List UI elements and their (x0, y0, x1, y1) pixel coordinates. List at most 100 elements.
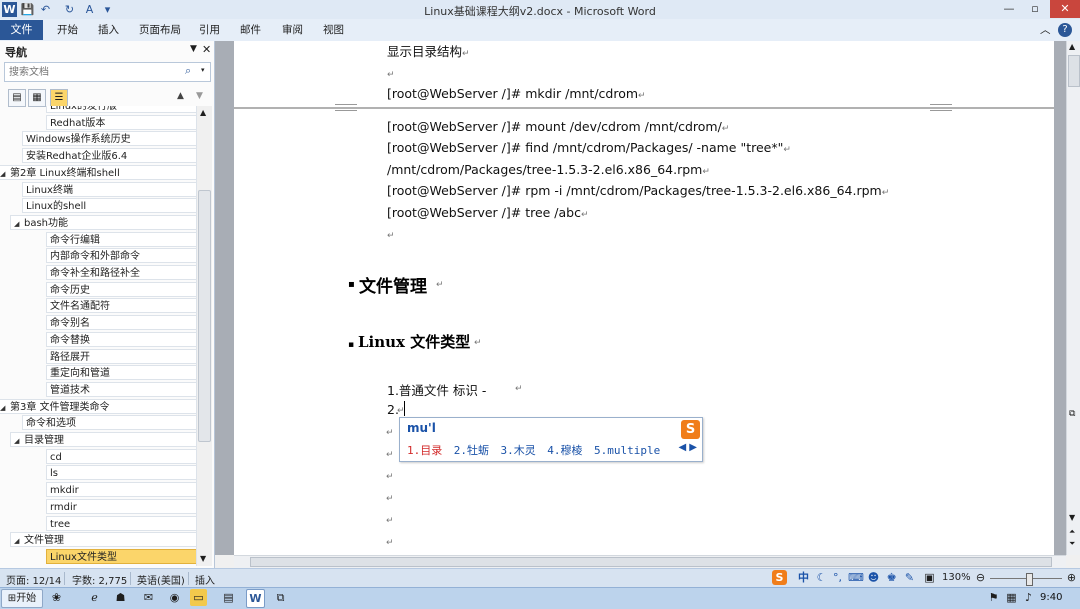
tab-file[interactable]: 文件 (0, 20, 43, 40)
nav-heading-item[interactable]: 命令和选项 (22, 415, 196, 431)
nav-heading-item[interactable]: 命令补全和路径补全 (46, 265, 196, 280)
vertical-scrollbar[interactable]: ▲ ⧉ ▼ ⏶ ⏷ (1066, 41, 1080, 555)
next-heading-icon[interactable]: ▼ (196, 91, 203, 101)
page-count[interactable]: 页面: 12/14 (6, 572, 61, 587)
tab-insert[interactable]: 插入 (98, 22, 119, 39)
previous-page-icon[interactable]: ⏶ (1069, 527, 1075, 537)
skin-icon[interactable]: ♚ (884, 570, 899, 585)
tray-volume-icon[interactable]: ♪ (1020, 589, 1037, 606)
nav-heading-item[interactable]: 内部命令和外部命令 (46, 248, 196, 264)
document-line[interactable]: [root@WebServer /]# find /mnt/cdrom/Pack… (387, 140, 791, 155)
zoom-in-icon[interactable]: ⊕ (1064, 570, 1079, 585)
punctuation-icon[interactable]: °, (830, 570, 845, 585)
nav-heading-item[interactable]: ls (46, 465, 196, 481)
expand-triangle-icon[interactable]: ◢ (0, 167, 10, 182)
nav-heading-item[interactable]: ◢ bash功能 (10, 214, 196, 232)
next-page-icon[interactable]: ⏷ (1069, 539, 1075, 549)
moon-icon[interactable]: ☾ (814, 570, 829, 585)
taskbar-chrome-icon[interactable]: ◉ (166, 589, 183, 606)
tray-network-icon[interactable]: ▦ (1003, 589, 1020, 606)
document-line[interactable]: /mnt/cdrom/Packages/tree-1.5.3-2.el6.x86… (387, 162, 710, 177)
nav-heading-item[interactable]: 安装Redhat企业版6.4 (22, 148, 196, 164)
browse-results-icon[interactable]: ☰ (50, 89, 68, 107)
taskbar-word-icon[interactable]: W (246, 589, 265, 608)
document-line[interactable]: [root@WebServer /]# mkdir /mnt/cdrom↵ (387, 86, 646, 101)
document-line[interactable]: ↵ (387, 65, 395, 80)
document-line[interactable]: [root@WebServer /]# mount /dev/cdrom /mn… (387, 119, 729, 134)
document-line[interactable]: [root@WebServer /]# rpm -i /mnt/cdrom/Pa… (387, 183, 889, 198)
taskbar-app-icon[interactable]: ⧉ (272, 589, 289, 606)
expand-triangle-icon[interactable]: ◢ (14, 534, 24, 549)
taskbar-app-icon[interactable]: ❀ (48, 589, 65, 606)
taskbar-clock[interactable]: 9:40 (1040, 592, 1062, 603)
nav-heading-item[interactable]: Linux的发行版 (46, 106, 196, 113)
taskbar-terminal-icon[interactable]: ▤ (220, 589, 237, 606)
ime-page-arrows-icon[interactable]: ◀ ▶ (678, 442, 697, 453)
nav-heading-item[interactable]: 管道技术 (46, 381, 196, 397)
document-line[interactable]: [root@WebServer /]# tree /abc↵ (387, 205, 589, 220)
close-button[interactable]: ✕ (1050, 0, 1080, 18)
ime-candidate[interactable]: 2.牡蛎 (454, 444, 489, 457)
heading-1-file-management[interactable]: 文件管理 (359, 272, 427, 297)
keyboard-icon[interactable]: ⌨ (848, 570, 864, 585)
list-item-1[interactable]: 1.普通文件 标识 - (387, 380, 486, 399)
language[interactable]: 英语(美国) (137, 572, 185, 587)
document-line[interactable]: ↵ (387, 226, 395, 241)
help-icon[interactable]: ? (1058, 23, 1072, 37)
heading-2-linux-file-types[interactable]: Linux 文件类型 (358, 331, 470, 352)
taskbar-app-icon[interactable]: ☗ (112, 589, 129, 606)
tray-flag-icon[interactable]: ⚑ (985, 589, 1002, 606)
nav-heading-item[interactable]: 命令行编辑 (46, 231, 196, 247)
ruler-toggle-icon[interactable]: ⧉ (1069, 409, 1075, 419)
nav-heading-item[interactable]: rmdir (46, 498, 196, 514)
nav-heading-item[interactable]: Redhat版本 (46, 114, 196, 130)
browse-headings-icon[interactable]: ▤ (8, 89, 26, 107)
view-print-layout-icon[interactable]: ▣ (922, 570, 937, 585)
horizontal-scroll-thumb[interactable] (250, 557, 1052, 567)
nav-heading-item[interactable]: 命令替换 (46, 331, 196, 347)
maximize-button[interactable]: ▫ (1022, 0, 1048, 18)
nav-heading-item[interactable]: 文件名通配符 (46, 298, 196, 314)
expand-ribbon-icon[interactable]: ︿ (1040, 22, 1051, 39)
tab-home[interactable]: 开始 (57, 22, 78, 39)
nav-heading-item[interactable]: Linux终端 (22, 181, 196, 197)
nav-heading-item[interactable]: Linux的shell (22, 198, 196, 214)
insert-mode[interactable]: 插入 (195, 572, 215, 587)
nav-heading-item[interactable]: 重定向和管道 (46, 365, 196, 381)
nav-close-icon[interactable]: ✕ (202, 43, 211, 56)
browse-pages-icon[interactable]: ▦ (28, 89, 46, 107)
tab-references[interactable]: 引用 (199, 22, 220, 39)
search-input[interactable] (7, 64, 181, 80)
nav-heading-item[interactable]: ◢ 第2章 Linux终端和shell (0, 164, 196, 182)
nav-heading-item[interactable]: mkdir (46, 482, 196, 498)
scroll-up-icon[interactable]: ▲ (1069, 42, 1075, 51)
zoom-slider-thumb[interactable] (1026, 573, 1033, 586)
tab-page-layout[interactable]: 页面布局 (139, 22, 181, 39)
nav-options-icon[interactable]: ▼ (190, 44, 197, 54)
expand-triangle-icon[interactable]: ◢ (14, 434, 24, 449)
taskbar-app-icon[interactable]: ✉ (140, 589, 157, 606)
ime-candidate[interactable]: 3.木灵 (501, 444, 536, 457)
nav-heading-item[interactable]: Linux文件类型 (46, 548, 196, 564)
zoom-out-icon[interactable]: ⊖ (973, 570, 988, 585)
sogou-tray-icon[interactable]: S (772, 570, 787, 585)
tools-icon[interactable]: ✎ (902, 570, 917, 585)
nav-heading-item[interactable]: ◢ 第3章 文件管理类命令 (0, 398, 196, 414)
tab-mailings[interactable]: 邮件 (240, 22, 261, 39)
expand-triangle-icon[interactable]: ◢ (14, 217, 24, 232)
nav-heading-item[interactable]: Windows操作系统历史 (22, 131, 196, 147)
ime-candidate[interactable]: 1.目录 (407, 444, 442, 457)
minimize-button[interactable]: — (996, 0, 1022, 18)
user-icon[interactable]: ☻ (866, 570, 881, 585)
ime-chinese-mode[interactable]: 中 (796, 570, 811, 585)
taskbar-ie-icon[interactable]: ℯ (86, 589, 103, 606)
nav-scroll-thumb[interactable] (198, 190, 211, 442)
document-line[interactable]: 显示目录结构↵ (387, 41, 470, 60)
search-options-icon[interactable]: ▾ (201, 66, 205, 74)
zoom-level[interactable]: 130% (942, 572, 971, 583)
ime-candidate[interactable]: 4.穆棱 (547, 444, 582, 457)
word-count[interactable]: 字数: 2,775 (72, 572, 127, 587)
scroll-down-icon[interactable]: ▼ (1069, 513, 1075, 522)
ime-candidate[interactable]: 5.multiple (594, 444, 660, 457)
nav-heading-item[interactable]: ◢ 文件管理 (10, 532, 196, 549)
